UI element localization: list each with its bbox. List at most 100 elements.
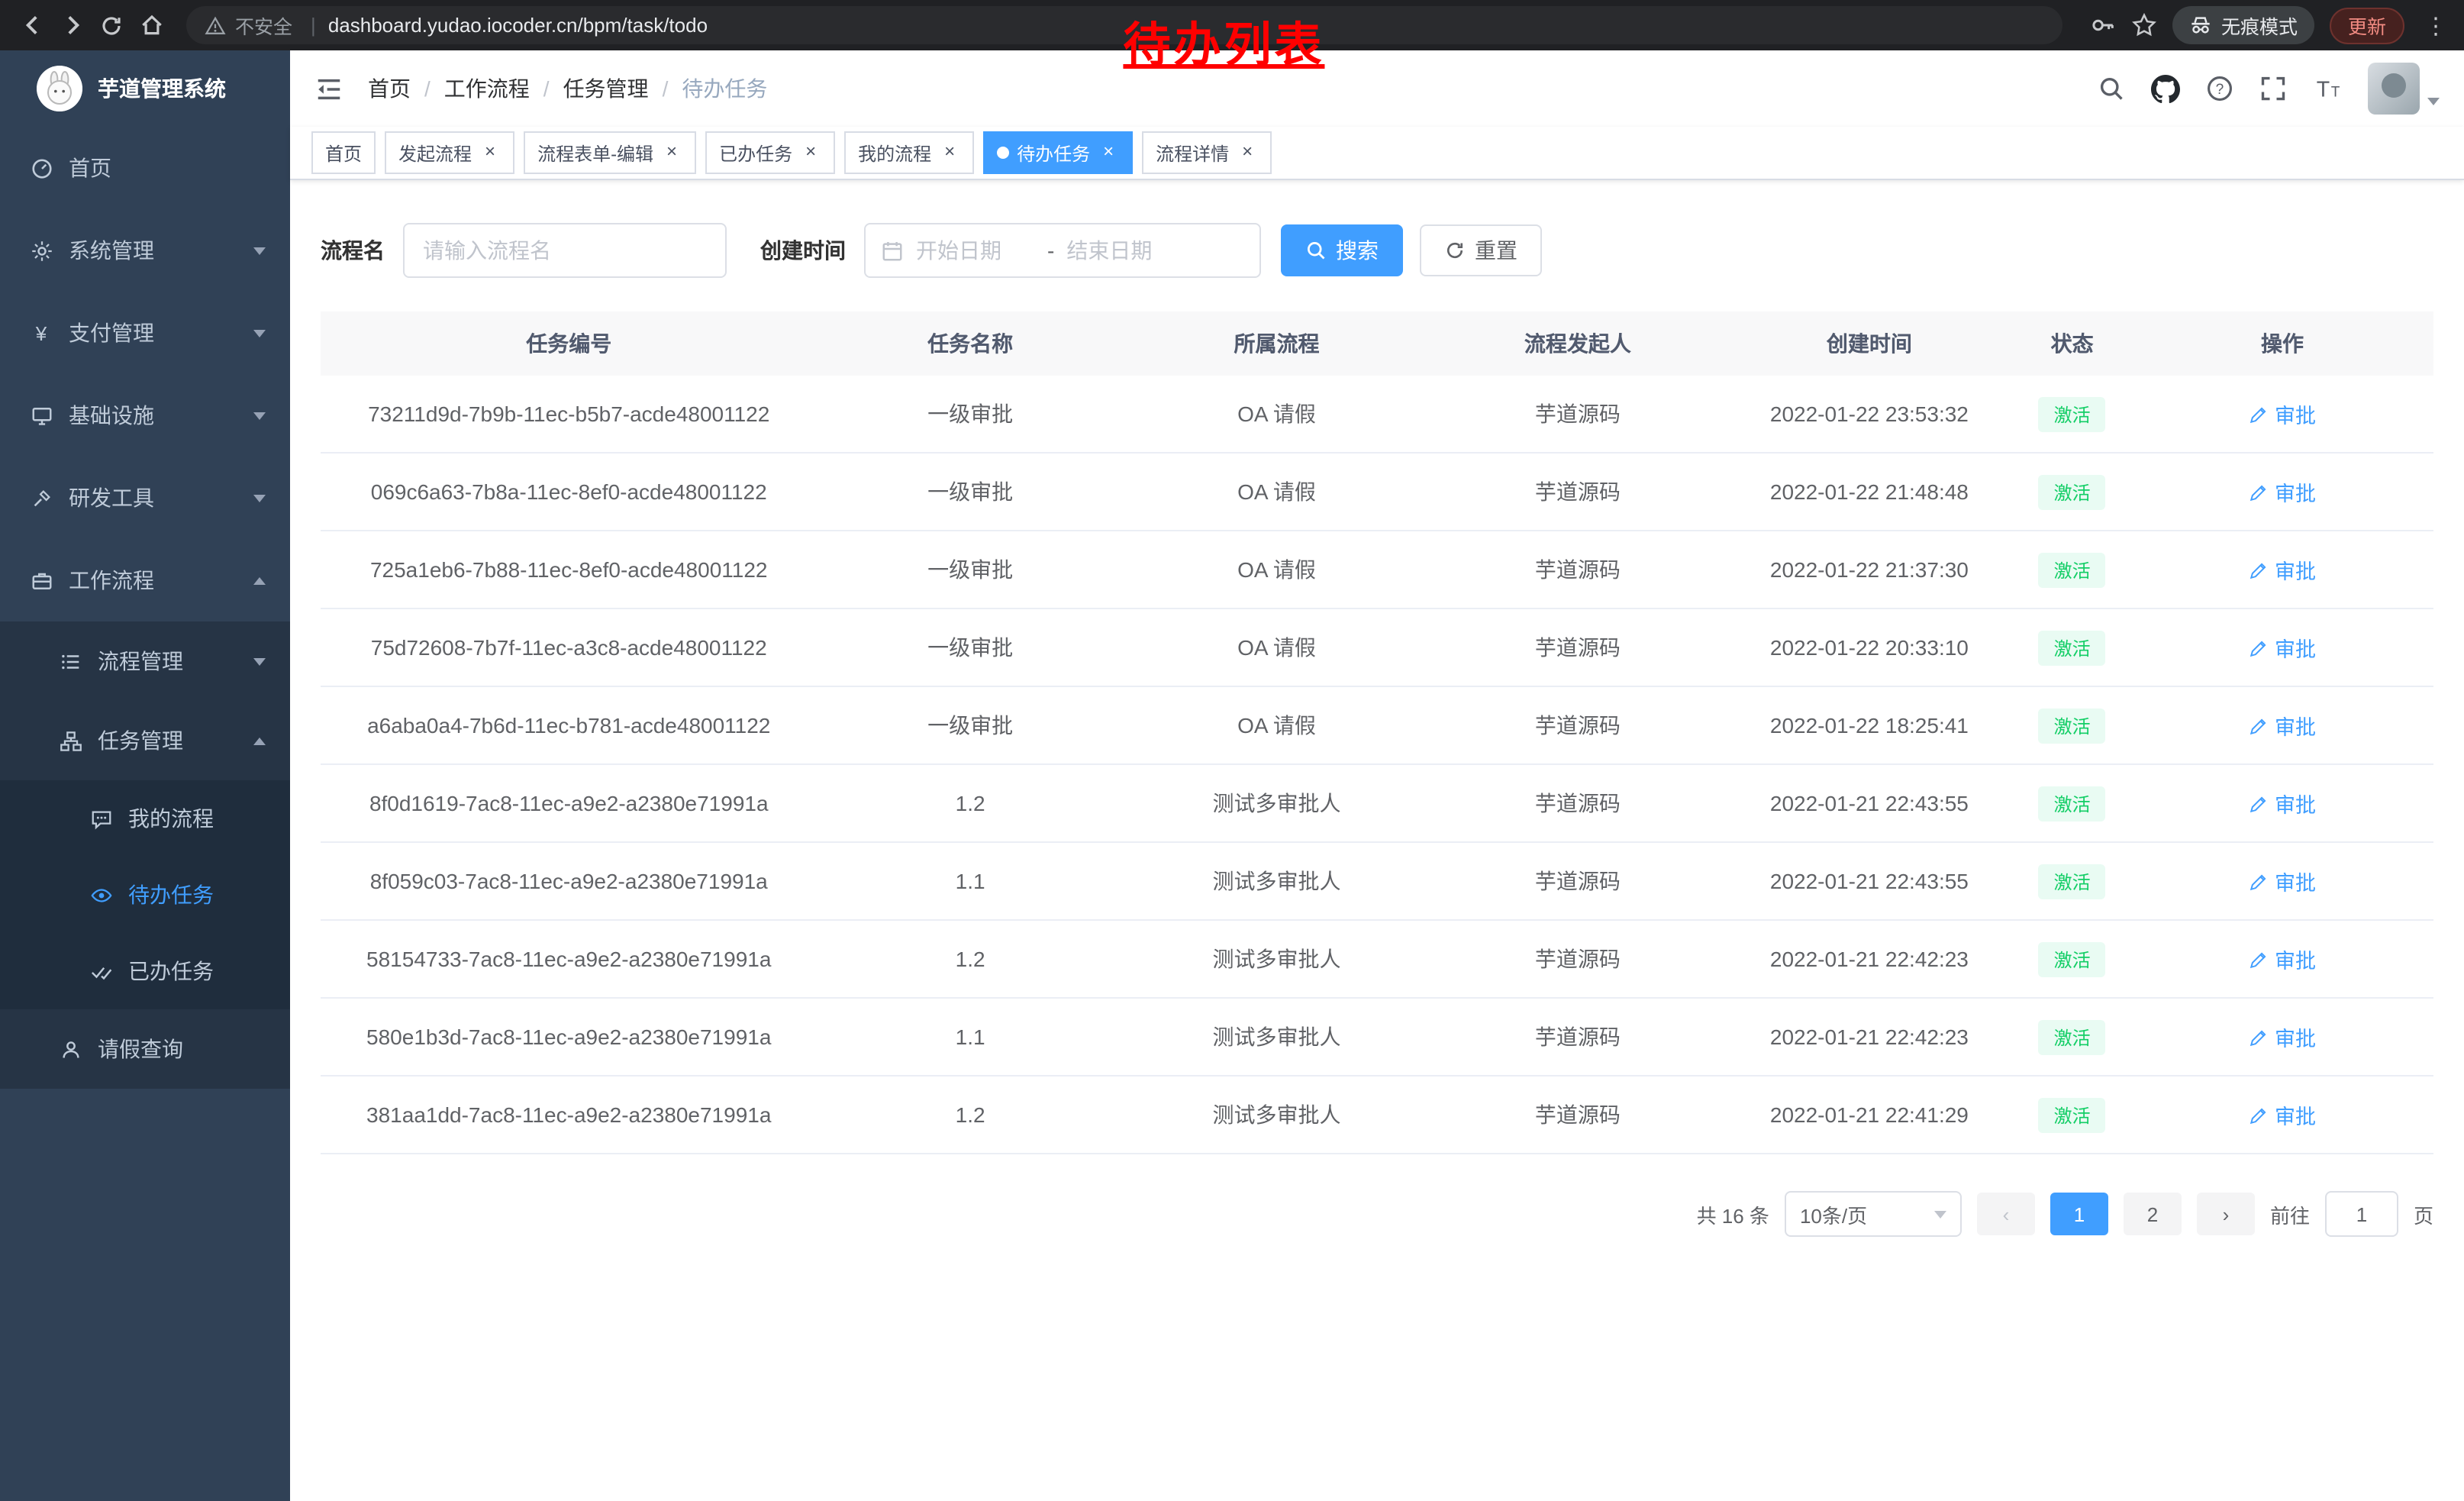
monitor-icon (29, 403, 53, 428)
github-icon[interactable] (2151, 74, 2180, 103)
reset-button[interactable]: 重置 (1420, 224, 1542, 276)
goto-page-input[interactable] (2325, 1191, 2398, 1237)
gear-icon (29, 238, 53, 263)
cell-task-id: 725a1eb6-7b88-11ec-8ef0-acde48001122 (321, 531, 817, 608)
svg-text:T: T (2317, 77, 2330, 102)
next-page-button[interactable]: › (2197, 1193, 2255, 1235)
approve-link[interactable]: 审批 (2249, 1022, 2316, 1052)
close-icon[interactable]: × (939, 142, 960, 163)
browser-forward-button[interactable] (52, 5, 92, 45)
cell-task-name: 一级审批 (817, 376, 1123, 453)
cell-starter: 芋道源码 (1430, 998, 1726, 1076)
cell-starter: 芋道源码 (1430, 1076, 1726, 1154)
cell-task-id: 73211d9d-7b9b-11ec-b5b7-acde48001122 (321, 376, 817, 453)
sidebar-item-leave-query[interactable]: 请假查询 (0, 1009, 290, 1089)
prev-page-button[interactable]: ‹ (1977, 1193, 2035, 1235)
approve-link[interactable]: 审批 (2249, 399, 2316, 429)
range-separator: - (1047, 238, 1054, 263)
table-header-row: 任务编号 任务名称 所属流程 流程发起人 创建时间 状态 操作 (321, 311, 2433, 376)
cell-status: 激活 (2013, 842, 2131, 920)
sidebar-item-done-tasks[interactable]: 已办任务 (0, 933, 290, 1009)
date-range-picker[interactable]: - (864, 223, 1261, 278)
approve-link[interactable]: 审批 (2249, 476, 2316, 507)
cell-status: 激活 (2013, 1076, 2131, 1154)
font-size-icon[interactable]: TT (2313, 74, 2342, 103)
browser-menu-button[interactable]: ⋮ (2420, 11, 2452, 39)
sidebar-item-system[interactable]: 系统管理 (0, 209, 290, 292)
chevron-down-icon (253, 329, 266, 337)
breadcrumb-home[interactable]: 首页 (368, 73, 444, 104)
approve-link-label: 审批 (2275, 944, 2316, 974)
page-size-select[interactable]: 10条/页 (1785, 1191, 1962, 1237)
sidebar-item-workflow[interactable]: 工作流程 (0, 539, 290, 621)
approve-link-label: 审批 (2275, 788, 2316, 818)
sidebar-collapse-button[interactable] (314, 74, 343, 103)
approve-link[interactable]: 审批 (2249, 1099, 2316, 1130)
approve-link[interactable]: 审批 (2249, 632, 2316, 663)
browser-home-button[interactable] (131, 5, 171, 45)
close-icon[interactable]: × (800, 142, 821, 163)
approve-link[interactable]: 审批 (2249, 788, 2316, 818)
cell-task-id: a6aba0a4-7b6d-11ec-b781-acde48001122 (321, 686, 817, 764)
close-icon[interactable]: × (1098, 142, 1119, 163)
tag-item[interactable]: 发起流程 × (385, 131, 514, 174)
cell-starter: 芋道源码 (1430, 453, 1726, 531)
cell-status: 激活 (2013, 764, 2131, 842)
close-icon[interactable]: × (479, 142, 501, 163)
browser-refresh-button[interactable] (92, 5, 131, 45)
page-number-button[interactable]: 1 (2050, 1193, 2108, 1235)
tag-item[interactable]: 我的流程 × (844, 131, 974, 174)
page-number-button[interactable]: 2 (2124, 1193, 2182, 1235)
update-button[interactable]: 更新 (2330, 7, 2404, 44)
approve-link[interactable]: 审批 (2249, 944, 2316, 974)
process-name-input[interactable] (403, 223, 727, 278)
cell-process: 测试多审批人 (1124, 998, 1430, 1076)
key-icon[interactable] (2090, 12, 2116, 38)
approve-link-label: 审批 (2275, 554, 2316, 585)
sidebar-item-my-process[interactable]: 我的流程 (0, 780, 290, 857)
sidebar-item-devtools[interactable]: 研发工具 (0, 457, 290, 539)
search-icon[interactable] (2098, 75, 2125, 102)
tag-label: 已办任务 (719, 140, 792, 166)
tag-item[interactable]: 已办任务 × (705, 131, 835, 174)
sidebar-item-task-management[interactable]: 任务管理 (0, 701, 290, 780)
table-row: a6aba0a4-7b6d-11ec-b781-acde48001122 一级审… (321, 686, 2433, 764)
tag-item[interactable]: 流程详情 × (1142, 131, 1272, 174)
close-icon[interactable]: × (661, 142, 682, 163)
fullscreen-icon[interactable] (2259, 75, 2287, 102)
browser-back-button[interactable] (12, 5, 52, 45)
tag-item[interactable]: 首页 (311, 131, 376, 174)
calendar-icon (881, 239, 904, 262)
tag-item[interactable]: 待办任务 × (983, 131, 1133, 174)
cell-starter: 芋道源码 (1430, 764, 1726, 842)
breadcrumb-workflow[interactable]: 工作流程 (444, 73, 563, 104)
approve-link[interactable]: 审批 (2249, 554, 2316, 585)
app-logo[interactable]: 芋道管理系统 (0, 50, 290, 127)
tag-item[interactable]: 流程表单-编辑 × (524, 131, 696, 174)
end-date-input[interactable] (1063, 237, 1188, 264)
sidebar-item-home[interactable]: 首页 (0, 127, 290, 209)
sidebar-item-process-management[interactable]: 流程管理 (0, 621, 290, 701)
cell-task-id: 58154733-7ac8-11ec-a9e2-a2380e71991a (321, 920, 817, 998)
search-button[interactable]: 搜索 (1281, 224, 1403, 276)
table-row: 069c6a63-7b8a-11ec-8ef0-acde48001122 一级审… (321, 453, 2433, 531)
start-date-input[interactable] (913, 237, 1038, 264)
sidebar-item-todo-tasks[interactable]: 待办任务 (0, 857, 290, 933)
approve-link[interactable]: 审批 (2249, 866, 2316, 896)
status-badge: 激活 (2039, 1019, 2106, 1054)
user-menu[interactable] (2368, 63, 2440, 115)
cell-actions: 审批 (2131, 920, 2433, 998)
warning-icon[interactable] (205, 15, 226, 36)
sidebar-item-infrastructure[interactable]: 基础设施 (0, 374, 290, 457)
bookmark-star-icon[interactable] (2131, 12, 2157, 38)
close-icon[interactable]: × (1237, 142, 1258, 163)
cell-starter: 芋道源码 (1430, 842, 1726, 920)
tag-label: 我的流程 (858, 140, 931, 166)
sidebar-item-payment[interactable]: ¥ 支付管理 (0, 292, 290, 374)
docs-help-icon[interactable]: ? (2206, 75, 2233, 102)
cell-created: 2022-01-22 18:25:41 (1726, 686, 2013, 764)
breadcrumb-task-management[interactable]: 任务管理 (563, 73, 682, 104)
cell-task-name: 一级审批 (817, 686, 1123, 764)
status-badge: 激活 (2039, 474, 2106, 509)
approve-link[interactable]: 审批 (2249, 710, 2316, 741)
